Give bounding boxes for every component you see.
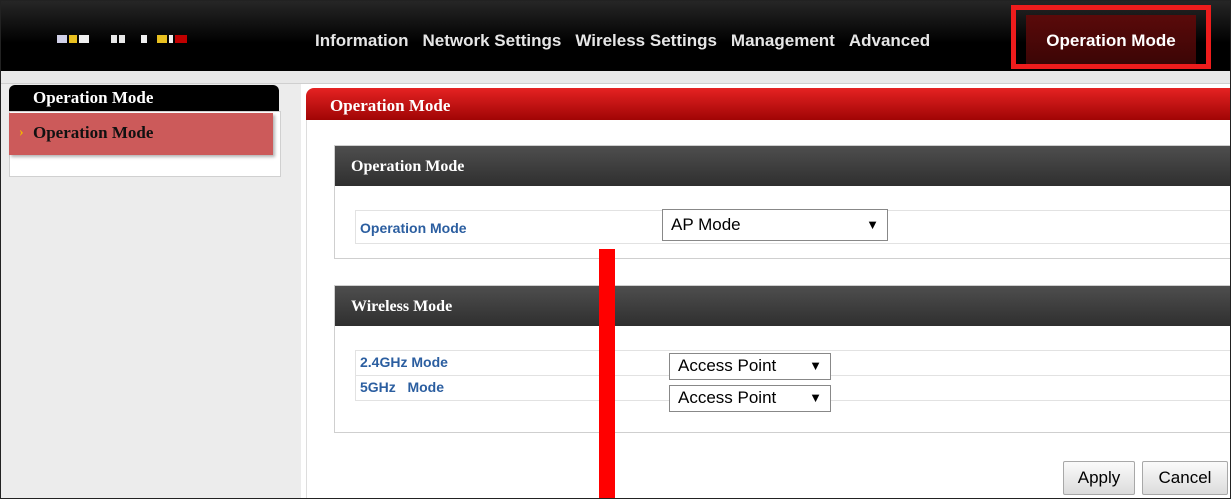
page-title: Operation Mode	[306, 88, 1230, 120]
apply-button[interactable]: Apply	[1063, 461, 1135, 495]
highlight-annotation-box	[1011, 5, 1211, 69]
operation-mode-select[interactable]: AP Mode ▼	[662, 209, 888, 241]
dropdown-arrow-icon: ▼	[809, 390, 822, 405]
nav-information[interactable]: Information	[315, 31, 409, 51]
sidebar-header: Operation Mode	[9, 85, 279, 111]
annotation-red-bar	[599, 249, 615, 498]
cancel-button[interactable]: Cancel	[1142, 461, 1228, 495]
nav-advanced[interactable]: Advanced	[849, 31, 930, 51]
chevron-right-icon: ›	[19, 125, 24, 140]
section-title: Operation Mode	[335, 146, 1230, 186]
operation-mode-section: Operation Mode Operation Mode	[334, 145, 1230, 259]
dropdown-arrow-icon: ▼	[809, 358, 822, 373]
mode-5ghz-label: 5GHz Mode	[360, 379, 445, 395]
nav-wireless-settings[interactable]: Wireless Settings	[575, 31, 717, 51]
sidebar-item-label: Operation Mode	[33, 123, 154, 142]
section-title: Wireless Mode	[335, 286, 1230, 326]
nav-management[interactable]: Management	[731, 31, 835, 51]
mode-24ghz-select[interactable]: Access Point ▼	[669, 353, 831, 380]
top-navigation-bar: Information Network Settings Wireless Se…	[1, 1, 1230, 71]
mode-5ghz-select[interactable]: Access Point ▼	[669, 385, 831, 412]
sidebar-item-operation-mode[interactable]: › Operation Mode	[9, 113, 273, 155]
operation-mode-value: AP Mode	[671, 215, 741, 234]
mode-24ghz-label: 2.4GHz Mode	[360, 354, 448, 370]
dropdown-arrow-icon: ▼	[866, 217, 879, 232]
mode-5ghz-value: Access Point	[678, 388, 777, 407]
main-nav: Information Network Settings Wireless Se…	[315, 31, 944, 51]
brand-logo	[57, 35, 187, 45]
mode-24ghz-value: Access Point	[678, 356, 777, 375]
header-divider	[1, 71, 1230, 84]
operation-mode-label: Operation Mode	[360, 220, 467, 236]
router-admin-page: Information Network Settings Wireless Se…	[0, 0, 1231, 499]
nav-network-settings[interactable]: Network Settings	[423, 31, 562, 51]
